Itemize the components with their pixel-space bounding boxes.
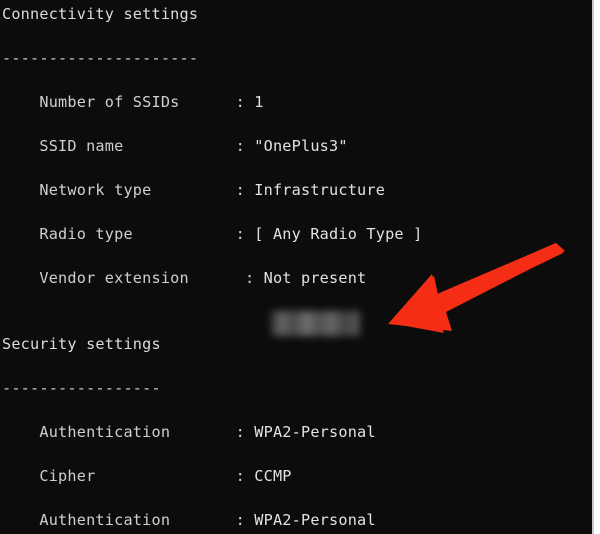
setting-separator: : <box>235 225 245 243</box>
section-rule: --------------------- <box>2 49 199 67</box>
console-output: Connectivity settings ------------------… <box>0 0 592 534</box>
setting-label: Authentication <box>39 511 171 529</box>
setting-row: Number of SSIDs : 1 <box>2 91 592 113</box>
console-window[interactable]: Connectivity settings ------------------… <box>0 0 600 534</box>
key-content-redaction-overlay <box>271 311 360 336</box>
setting-label: Cipher <box>39 467 96 485</box>
setting-row: Authentication : WPA2-Personal <box>2 509 592 531</box>
setting-separator: : <box>235 93 245 111</box>
setting-separator: : <box>235 423 245 441</box>
setting-row: Radio type : [ Any Radio Type ] <box>2 223 592 245</box>
setting-row: Cipher : CCMP <box>2 465 592 487</box>
setting-value: 1 <box>254 93 264 111</box>
section-heading: Connectivity settings <box>2 5 199 23</box>
setting-row: Vendor extension : Not present <box>2 267 592 289</box>
setting-row: SSID name : "OnePlus3" <box>2 135 592 157</box>
setting-label: Number of SSIDs <box>39 93 180 111</box>
setting-row: Network type : Infrastructure <box>2 179 592 201</box>
setting-separator: : <box>235 467 245 485</box>
section-rule: ----------------- <box>2 379 161 397</box>
setting-label: Vendor extension <box>39 269 189 287</box>
setting-separator: : <box>235 511 245 529</box>
setting-value: WPA2-Personal <box>254 511 376 529</box>
setting-separator: : <box>235 181 245 199</box>
setting-label: Radio type <box>39 225 133 243</box>
setting-value: Not present <box>263 269 367 287</box>
setting-separator: : <box>244 269 255 287</box>
setting-value: [ Any Radio Type ] <box>254 225 423 243</box>
setting-value: WPA2-Personal <box>254 423 376 441</box>
setting-label: Authentication <box>39 423 171 441</box>
setting-value: "OnePlus3" <box>254 137 348 155</box>
setting-separator: : <box>235 137 245 155</box>
setting-value: Infrastructure <box>254 181 386 199</box>
setting-value: CCMP <box>254 467 292 485</box>
window-right-gutter <box>594 0 600 534</box>
setting-row: Authentication : WPA2-Personal <box>2 421 592 443</box>
section-heading: Security settings <box>2 335 161 353</box>
setting-label: SSID name <box>39 137 124 155</box>
setting-label: Network type <box>39 181 152 199</box>
